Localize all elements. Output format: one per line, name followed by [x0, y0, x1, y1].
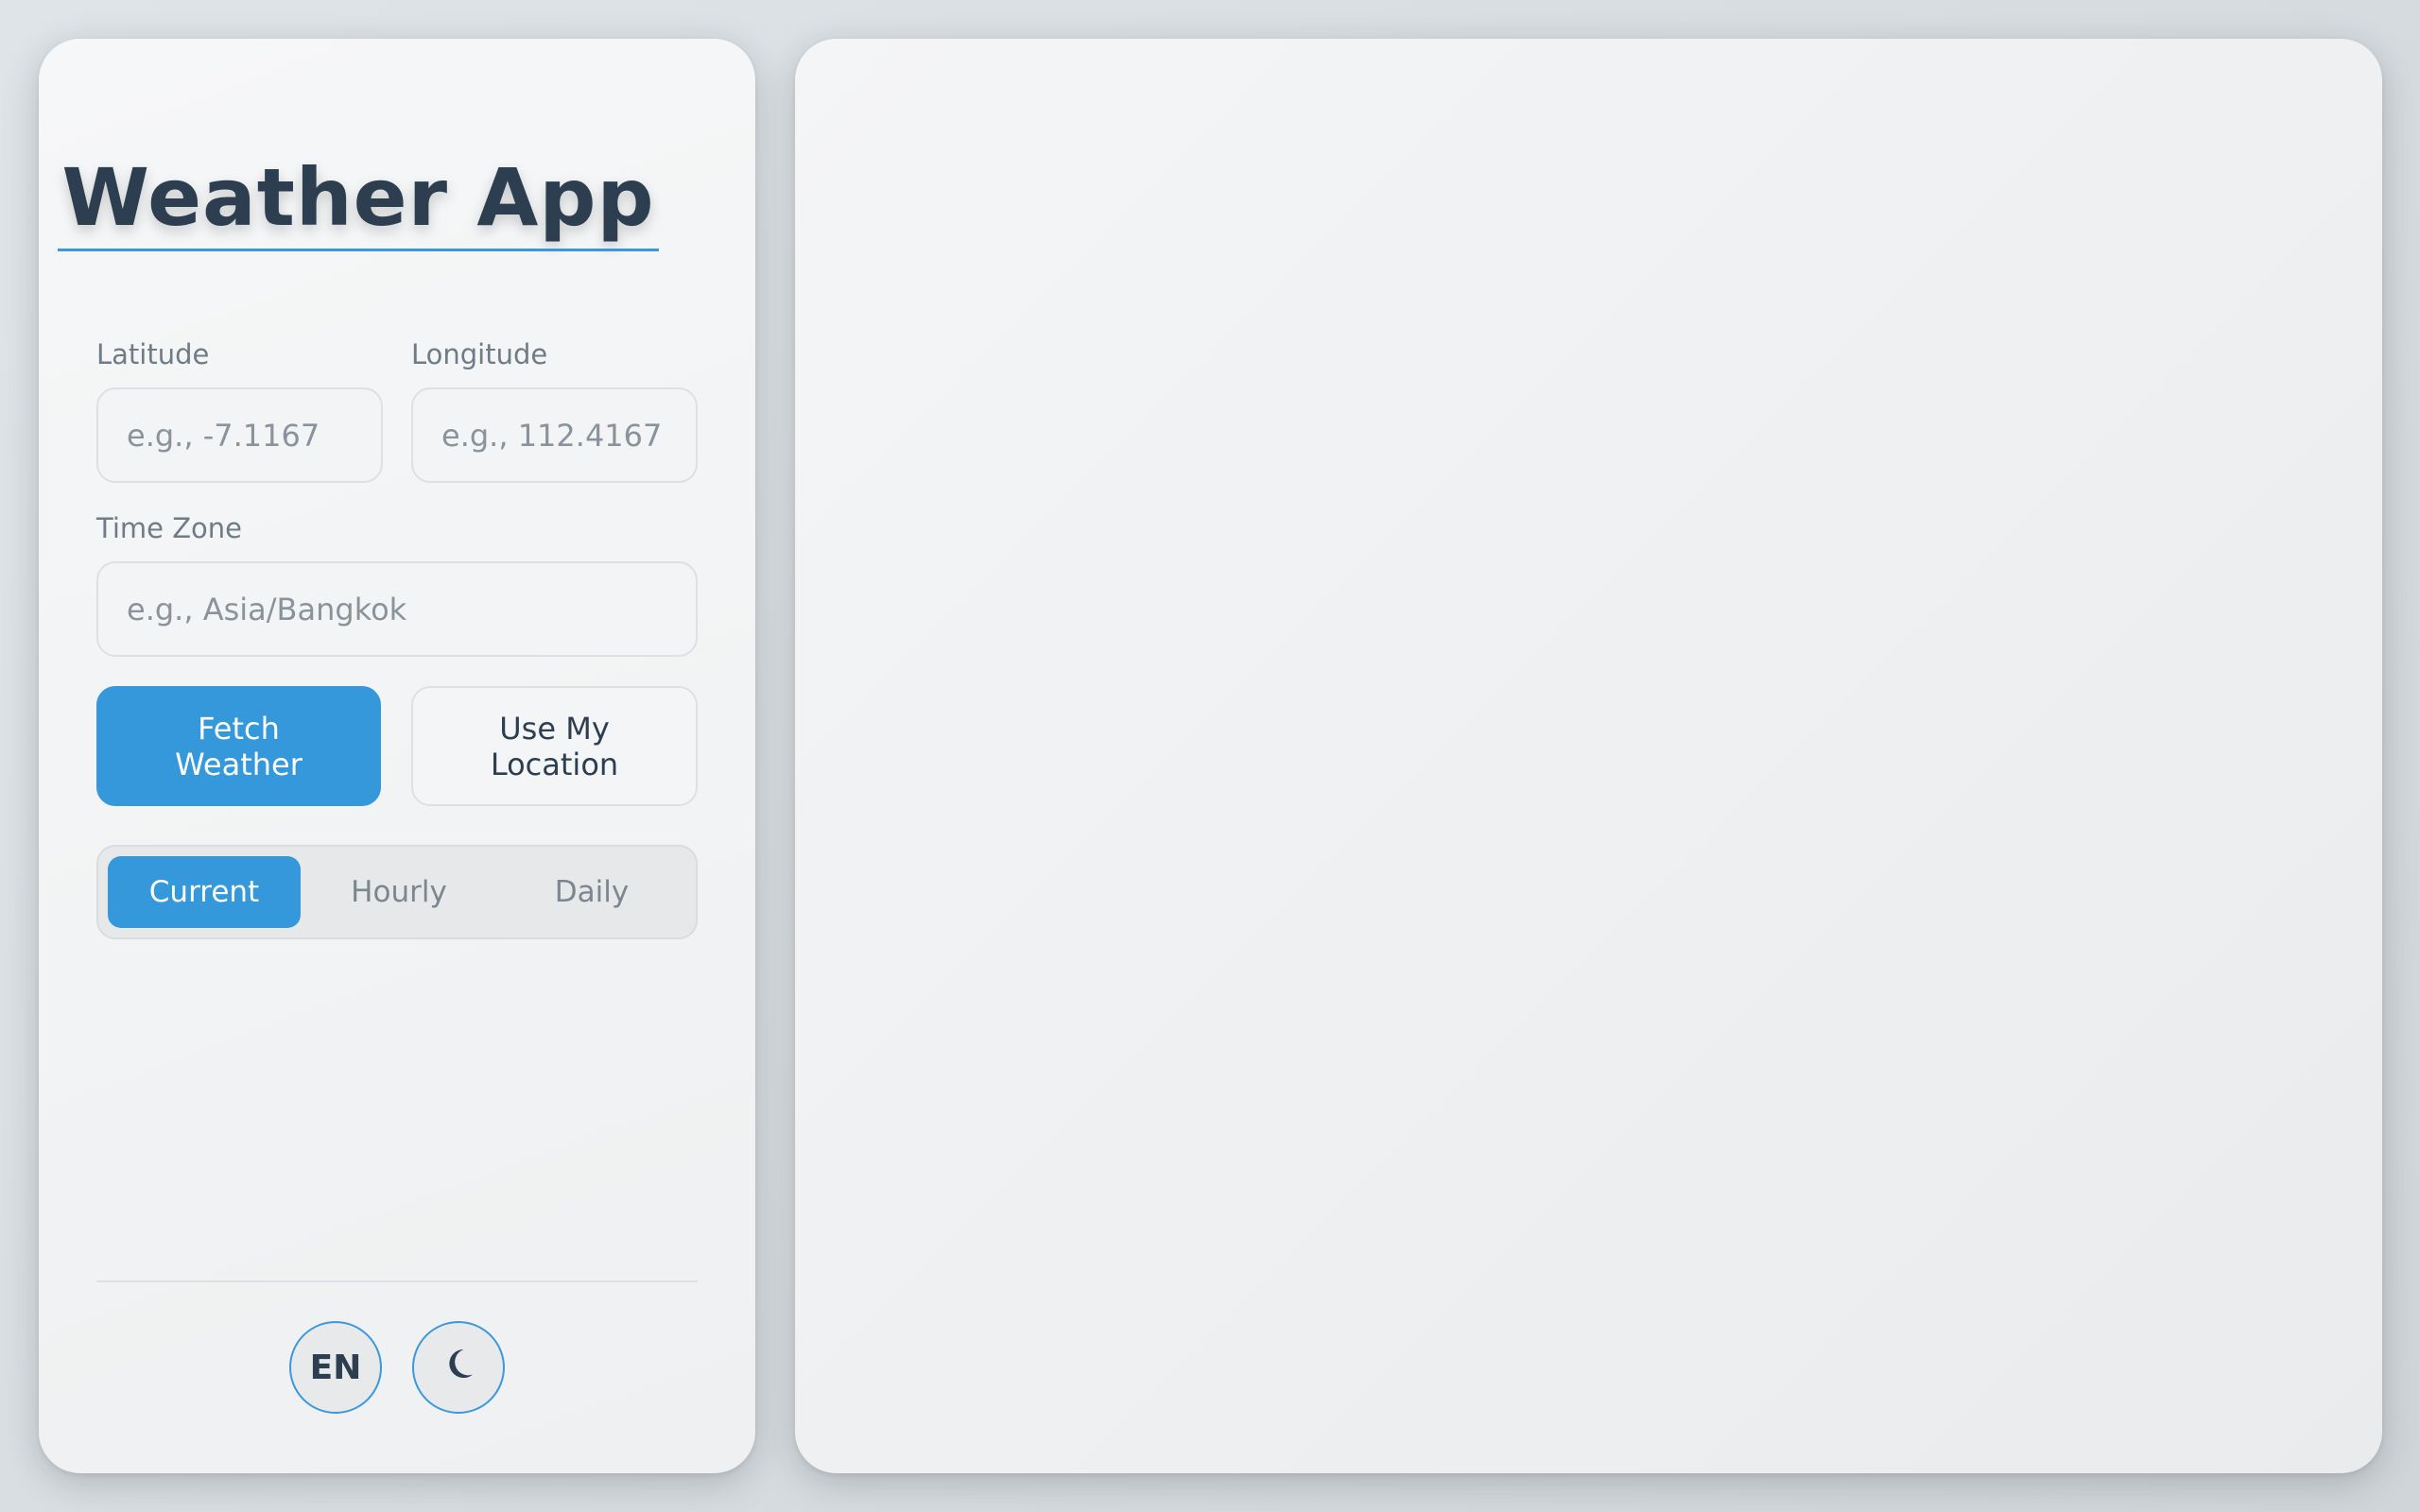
- longitude-input[interactable]: [411, 387, 698, 483]
- app-root: Weather App Latitude Longitude Time Zone…: [0, 0, 2420, 1512]
- latitude-input[interactable]: [96, 387, 383, 483]
- theme-toggle-button[interactable]: [412, 1321, 505, 1414]
- latitude-label: Latitude: [96, 338, 210, 370]
- footer-divider: [96, 1280, 698, 1282]
- tab-hourly[interactable]: Hourly: [302, 856, 495, 928]
- moon-icon: [441, 1346, 476, 1390]
- weather-display-panel: [795, 39, 2382, 1473]
- title-divider: [58, 249, 659, 251]
- app-title: Weather App: [61, 151, 655, 244]
- timezone-input[interactable]: [96, 561, 698, 657]
- tab-daily[interactable]: Daily: [495, 856, 688, 928]
- longitude-label: Longitude: [411, 338, 548, 370]
- forecast-tabs: Current Hourly Daily: [96, 845, 698, 939]
- fetch-weather-button[interactable]: Fetch Weather: [96, 686, 381, 806]
- tab-current[interactable]: Current: [108, 856, 301, 928]
- language-toggle-button[interactable]: EN: [289, 1321, 382, 1414]
- use-my-location-button[interactable]: Use My Location: [411, 686, 698, 806]
- timezone-label: Time Zone: [96, 512, 243, 544]
